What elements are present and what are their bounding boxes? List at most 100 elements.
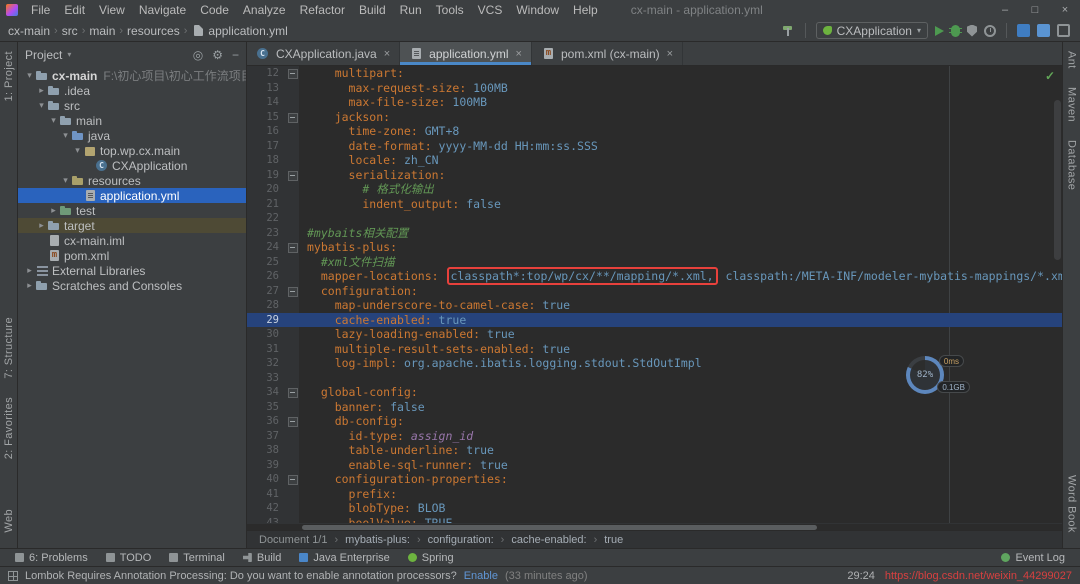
fold-indicator-icon[interactable] (285, 414, 299, 429)
editor-line-29[interactable]: 29 cache-enabled: true (247, 313, 1062, 328)
menu-edit[interactable]: Edit (57, 2, 92, 18)
editor-line-24[interactable]: 24mybatis-plus: (247, 240, 1062, 255)
editor-breadcrumb-configuration[interactable]: configuration: (426, 534, 496, 546)
breadcrumb-resources[interactable]: resources (125, 24, 182, 38)
chevron-right-icon[interactable]: ▸ (24, 280, 35, 291)
plugin-icon-1[interactable] (1017, 24, 1030, 37)
breadcrumb-cx-main[interactable]: cx-main (6, 24, 52, 38)
enable-annotation-link[interactable]: Enable (464, 570, 498, 582)
fold-indicator-icon[interactable] (285, 66, 299, 81)
run-button[interactable] (935, 26, 944, 36)
menu-file[interactable]: File (24, 2, 57, 18)
fold-indicator-icon[interactable] (285, 472, 299, 487)
vertical-scrollbar[interactable] (1054, 100, 1061, 260)
inspection-status-icon[interactable]: ✓ (1045, 69, 1055, 83)
editor-line-12[interactable]: 12 multipart: (247, 66, 1062, 81)
chevron-right-icon[interactable]: ▸ (24, 265, 35, 276)
chevron-down-icon[interactable]: ▾ (60, 175, 71, 186)
coverage-button[interactable] (967, 25, 977, 37)
toolwindow-button-web[interactable]: Web (3, 500, 15, 542)
editor-line-15[interactable]: 15 jackson: (247, 110, 1062, 125)
code-editor[interactable]: 12 multipart:13 max-request-size: 100MB1… (247, 66, 1062, 523)
fold-indicator-icon[interactable] (285, 385, 299, 400)
editor-line-23[interactable]: 23#mybaits相关配置 (247, 226, 1062, 241)
editor-line-40[interactable]: 40 configuration-properties: (247, 472, 1062, 487)
toolwindow-button-7-structure[interactable]: 7: Structure (3, 308, 15, 388)
toolwindow-switcher-icon[interactable] (8, 571, 18, 581)
toolwindow-button-2-favorites[interactable]: 2: Favorites (3, 388, 15, 468)
editor-line-39[interactable]: 39 enable-sql-runner: true (247, 458, 1062, 473)
fold-indicator-icon[interactable] (285, 168, 299, 183)
editor-line-14[interactable]: 14 max-file-size: 100MB (247, 95, 1062, 110)
editor-line-36[interactable]: 36 db-config: (247, 414, 1062, 429)
tree-item-cx-main[interactable]: ▾cx-mainF:\初心项目\初心工作流项目\cx-main (18, 68, 246, 83)
fold-indicator-icon[interactable] (285, 110, 299, 125)
tree-item-idea[interactable]: ▸.idea (18, 83, 246, 98)
toolwindow-button-1-project[interactable]: 1: Project (3, 42, 15, 110)
toolwindow-button-java-enterprise[interactable]: Java Enterprise (290, 552, 398, 564)
close-button[interactable]: × (1050, 0, 1080, 20)
fold-indicator-icon[interactable] (285, 240, 299, 255)
toolwindow-button-spring[interactable]: Spring (399, 552, 463, 564)
fold-indicator-icon[interactable] (285, 284, 299, 299)
menu-code[interactable]: Code (193, 2, 236, 18)
tab-pom-xml-cx-main[interactable]: pom.xml (cx-main)× (532, 42, 683, 65)
menu-analyze[interactable]: Analyze (236, 2, 293, 18)
editor-line-20[interactable]: 20 # 格式化输出 (247, 182, 1062, 197)
toolwindow-button-maven[interactable]: Maven (1066, 78, 1078, 131)
chevron-down-icon[interactable]: ▾ (67, 50, 71, 59)
breadcrumb-application-yml[interactable]: application.yml (206, 24, 289, 38)
window-layout-icon[interactable] (1057, 24, 1070, 37)
tree-item-scratches-and-consoles[interactable]: ▸Scratches and Consoles (18, 278, 246, 293)
toolwindow-button-database[interactable]: Database (1066, 131, 1078, 199)
chevron-down-icon[interactable]: ▾ (36, 100, 47, 111)
tree-item-java[interactable]: ▾java (18, 128, 246, 143)
editor-line-28[interactable]: 28 map-underscore-to-camel-case: true (247, 298, 1062, 313)
toolwindow-button-terminal[interactable]: Terminal (160, 552, 234, 564)
horizontal-scrollbar[interactable] (247, 523, 1062, 530)
chevron-down-icon[interactable]: ▾ (24, 70, 35, 81)
caret-position[interactable]: 29:24 (847, 570, 875, 582)
tree-item-test[interactable]: ▸test (18, 203, 246, 218)
tree-item-main[interactable]: ▾main (18, 113, 246, 128)
editor-line-22[interactable]: 22 (247, 211, 1062, 226)
editor-breadcrumb-cache-enabled[interactable]: cache-enabled: (509, 534, 588, 546)
editor-line-35[interactable]: 35 banner: false (247, 400, 1062, 415)
menu-window[interactable]: Window (509, 2, 566, 18)
chevron-down-icon[interactable]: ▾ (60, 130, 71, 141)
toolwindow-button-ant[interactable]: Ant (1066, 42, 1078, 78)
plugin-icon-2[interactable] (1037, 24, 1050, 37)
run-configuration-select[interactable]: CXApplication ▾ (816, 22, 928, 39)
editor-line-21[interactable]: 21 indent_output: false (247, 197, 1062, 212)
tree-item-application-yml[interactable]: application.yml (18, 188, 246, 203)
tree-item-pom-xml[interactable]: pom.xml (18, 248, 246, 263)
tree-item-src[interactable]: ▾src (18, 98, 246, 113)
toolwindow-button-build[interactable]: Build (234, 552, 290, 564)
menu-tools[interactable]: Tools (429, 2, 471, 18)
menu-view[interactable]: View (92, 2, 132, 18)
editor-line-16[interactable]: 16 time-zone: GMT+8 (247, 124, 1062, 139)
maximize-button[interactable]: □ (1020, 0, 1050, 20)
editor-line-19[interactable]: 19 serialization: (247, 168, 1062, 183)
minimize-button[interactable]: – (990, 0, 1020, 20)
chevron-right-icon[interactable]: ▸ (36, 85, 47, 96)
build-project-icon[interactable] (782, 24, 795, 37)
tab-close-icon[interactable]: × (516, 48, 522, 60)
project-panel-title[interactable]: Project (25, 48, 62, 62)
menu-vcs[interactable]: VCS (471, 2, 510, 18)
menu-build[interactable]: Build (352, 2, 393, 18)
editor-line-13[interactable]: 13 max-request-size: 100MB (247, 81, 1062, 96)
profiler-button[interactable] (984, 25, 996, 37)
chevron-right-icon[interactable]: ▸ (36, 220, 47, 231)
menu-run[interactable]: Run (393, 2, 429, 18)
tab-cxapplication-java[interactable]: CXApplication.java× (247, 42, 400, 65)
tab-application-yml[interactable]: application.yml× (400, 42, 532, 65)
tree-item-resources[interactable]: ▾resources (18, 173, 246, 188)
toolwindow-button-6-problems[interactable]: 6: Problems (6, 552, 97, 564)
debug-button[interactable] (951, 25, 960, 37)
chevron-down-icon[interactable]: ▾ (48, 115, 59, 126)
toolwindow-button-event-log[interactable]: Event Log (992, 552, 1074, 564)
editor-line-31[interactable]: 31 multiple-result-sets-enabled: true (247, 342, 1062, 357)
gear-icon[interactable]: ⚙ (212, 48, 223, 62)
menu-refactor[interactable]: Refactor (293, 2, 352, 18)
